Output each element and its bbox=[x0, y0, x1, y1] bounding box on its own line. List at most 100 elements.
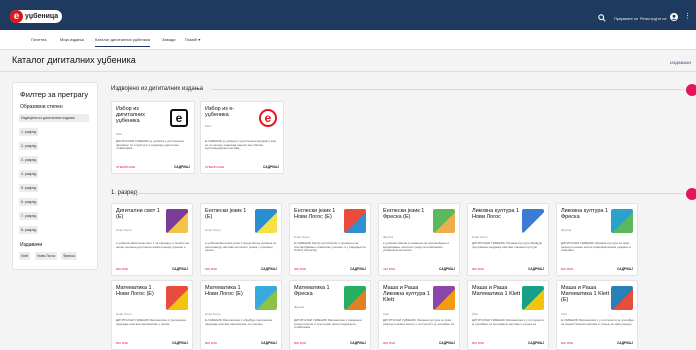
search-icon[interactable] bbox=[598, 14, 606, 22]
card-publisher: Нови Логос bbox=[116, 228, 132, 232]
tab-help[interactable]: Помоћ ▾ bbox=[185, 37, 200, 46]
content-button[interactable]: САДРЖАЈ bbox=[439, 341, 455, 345]
card-title: Маша и Раша Математика 1 Klett (Е) bbox=[561, 285, 610, 304]
scroll-button[interactable] bbox=[686, 188, 696, 200]
chip-publisher-klett[interactable]: Klett bbox=[19, 252, 31, 260]
more-icon[interactable]: ⋮ bbox=[684, 13, 691, 21]
filter-panel: Филтер за претрагу Образовни степен Издв… bbox=[12, 82, 98, 270]
book-card[interactable]: Математика 1 Нови Логос (Е) Нови Логос ДИГ… bbox=[111, 280, 193, 350]
book-card[interactable]: Енглески језик 1 Фреска (Е) Фреска е-уџбен… bbox=[378, 203, 460, 276]
chip-featured[interactable]: Издвојено из дигиталних издања bbox=[19, 114, 89, 122]
content-button[interactable]: САДРЖАЈ bbox=[174, 165, 190, 169]
book-card[interactable]: Маша и Раша Математика 1 Klett Klett ДИГИТ… bbox=[467, 280, 549, 350]
book-card[interactable]: Ликовна култура 1 Нови Логос Нови Логос ДИ… bbox=[467, 203, 549, 276]
card-publisher: Фреска bbox=[383, 235, 394, 239]
page-title: Каталог дигиталних уџбеника bbox=[12, 55, 136, 65]
chip-grade-3[interactable]: 3. разред bbox=[19, 156, 39, 164]
book-cover-icon bbox=[433, 286, 455, 310]
chip-grade-1[interactable]: 1. разред bbox=[19, 128, 39, 136]
card-publisher: Нови Логос bbox=[472, 235, 488, 239]
book-cover-icon bbox=[344, 286, 366, 310]
content-button[interactable]: САДРЖАЈ bbox=[617, 267, 633, 271]
book-card[interactable]: Маша и Раша Математика 1 Klett (Е) Klett Е… bbox=[556, 280, 638, 350]
card-title: Избор из е-уџбеника bbox=[205, 106, 235, 119]
chip-publisher-novi-logos[interactable]: Нови Логос bbox=[35, 252, 58, 260]
book-card[interactable]: Избор из е-уџбеника e Klett Е-УЏБЕНИК је… bbox=[200, 101, 284, 174]
book-card[interactable]: Енглески језик 1 (Е) Нови Логос е-уџбеник … bbox=[200, 203, 282, 276]
card-description: Е-УЏБЕНИК Математика 1 у потпуности је у… bbox=[561, 319, 634, 326]
tab-institutes[interactable]: Заводи bbox=[162, 37, 175, 46]
card-description: Е-УЏБЕНИК Математика 1 обрађује програмс… bbox=[205, 319, 273, 326]
content-button[interactable]: САДРЖАЈ bbox=[261, 267, 277, 271]
book-card[interactable]: Математика 1 Фреска Фреска ДИГИТАЛНИ УЏБЕН… bbox=[289, 280, 371, 350]
price-label: 800 RSD bbox=[205, 341, 218, 345]
card-publisher: Klett bbox=[472, 312, 479, 316]
card-description: е-уџбеник Islands 1 намењен за прилагође… bbox=[383, 242, 450, 253]
grade-1-section-title: 1. разред bbox=[111, 190, 138, 196]
book-card[interactable]: Енглески језик 1 Нови Логос (Е) Нови Лого… bbox=[289, 203, 371, 276]
tab-my-editions[interactable]: Моја издања bbox=[60, 37, 84, 46]
book-card[interactable]: Дигитални свет 1 (Е) Нови Логос е-уџбеник … bbox=[111, 203, 193, 276]
card-title: Дигитални свет 1 (Е) bbox=[116, 208, 160, 221]
card-description: Е-УЏБЕНИК Family and Friends 1 примерен … bbox=[294, 242, 366, 253]
card-description: ДИГИТАЛНИ УЏБЕНИК Математика 1 савремен … bbox=[294, 319, 362, 330]
card-publisher: Фреска bbox=[561, 228, 572, 232]
more-link[interactable]: ОПШИРНИЈЕ bbox=[205, 165, 224, 169]
chip-publisher-freska[interactable]: Фреска bbox=[61, 252, 77, 260]
chip-grade-2[interactable]: 2. разред bbox=[19, 142, 39, 150]
card-title: Маша и Раша Математика 1 Klett bbox=[472, 285, 521, 298]
content-button[interactable]: САДРЖАЈ bbox=[261, 341, 277, 345]
filter-title: Филтер за претрагу bbox=[20, 90, 89, 99]
card-publisher: Фреска bbox=[294, 305, 305, 309]
card-description: ДИГИТАЛНИ УЏБЕНИК је уџбеник у дигитално… bbox=[116, 140, 184, 151]
price-label: 800 RSD bbox=[472, 267, 485, 271]
book-cover-icon bbox=[611, 286, 633, 310]
content-button[interactable]: САДРЖАЈ bbox=[439, 267, 455, 271]
card-description: ДИГИТАЛНИ УЏБЕНИК Ликовна култура за прв… bbox=[561, 242, 632, 253]
divider bbox=[0, 71, 696, 72]
chip-grade-7[interactable]: 7. разред bbox=[19, 212, 39, 220]
chip-grade-4[interactable]: 4. разред bbox=[19, 170, 39, 178]
register-link[interactable]: Региструјте се bbox=[640, 16, 667, 21]
content-button[interactable]: САДРЖАЈ bbox=[528, 267, 544, 271]
book-card[interactable]: Ликовна култура 1 Фреска Фреска ДИГИТАЛНИ … bbox=[556, 203, 638, 276]
card-title: Математика 1 Фреска bbox=[294, 285, 330, 298]
card-title: Енглески језик 1 (Е) bbox=[205, 208, 247, 221]
book-card[interactable]: Математика 1 Нови Логос (Е) Нови Логос Е-У… bbox=[200, 280, 282, 350]
content-button[interactable]: САДРЖАЈ bbox=[350, 341, 366, 345]
content-button[interactable]: САДРЖАЈ bbox=[172, 341, 188, 345]
content-button[interactable]: САДРЖАЈ bbox=[263, 165, 279, 169]
publishers-link[interactable]: ИЗДАВАЧИ bbox=[670, 60, 691, 65]
content-button[interactable]: САДРЖАЈ bbox=[617, 341, 633, 345]
content-button[interactable]: САДРЖАЈ bbox=[528, 341, 544, 345]
book-cover-icon bbox=[433, 209, 455, 233]
e-logo-icon: e bbox=[170, 109, 188, 127]
login-link[interactable]: Пријавите се bbox=[614, 16, 638, 21]
book-cover-icon bbox=[611, 209, 633, 233]
card-description: е-уџбеник Енглески језик 1 представља уџ… bbox=[205, 242, 277, 253]
card-description: ДИГИТАЛНИ УЏБЕНИК Математика 1 програмск… bbox=[116, 319, 187, 326]
more-link[interactable]: ОПШИРНИЈЕ bbox=[116, 165, 135, 169]
book-cover-icon bbox=[344, 209, 366, 233]
chip-grade-8[interactable]: 8. разред bbox=[19, 226, 39, 234]
tab-home[interactable]: Почетна bbox=[31, 37, 46, 46]
price-label: 410 RSD bbox=[383, 267, 396, 271]
content-button[interactable]: САДРЖАЈ bbox=[350, 267, 366, 271]
chip-grade-6[interactable]: 6. разред bbox=[19, 198, 39, 206]
price-label: 900 RSD bbox=[294, 267, 307, 271]
price-label: 800 RSD bbox=[472, 341, 485, 345]
chip-grade-5[interactable]: 5. разред bbox=[19, 184, 39, 192]
book-card[interactable]: Маша и Раша Ликовна култура 1 Klett Klett… bbox=[378, 280, 460, 350]
book-card[interactable]: Избор из дигиталних уџбеника e Klett ДИГ… bbox=[111, 101, 195, 174]
price-label: 800 RSD bbox=[294, 341, 307, 345]
scroll-button[interactable] bbox=[686, 84, 696, 96]
logo[interactable]: e уџбеница bbox=[10, 10, 62, 23]
card-publisher: Klett bbox=[383, 312, 390, 316]
card-description: Е-УЏБЕНИК је уџбеник у дигиталном формат… bbox=[205, 140, 277, 151]
card-title: Математика 1 Нови Логос (Е) bbox=[116, 285, 154, 298]
user-icon[interactable] bbox=[670, 13, 678, 21]
tab-catalog[interactable]: Каталог дигиталних уџбеника bbox=[95, 37, 150, 47]
price-label: 800 RSD bbox=[383, 341, 396, 345]
book-cover-icon bbox=[522, 209, 544, 233]
content-button[interactable]: САДРЖАЈ bbox=[172, 267, 188, 271]
